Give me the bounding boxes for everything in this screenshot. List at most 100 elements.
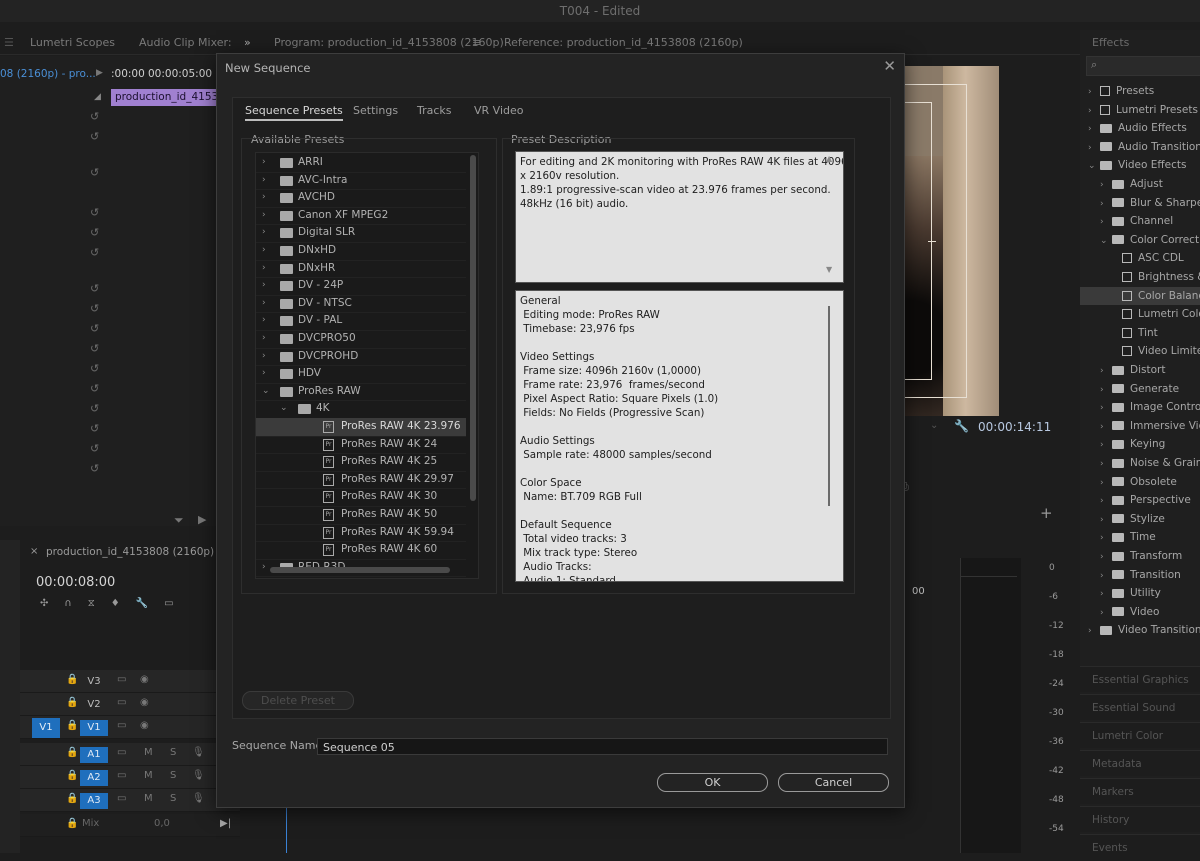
chevron-right-icon[interactable]: › — [1100, 474, 1112, 491]
reset-icon[interactable]: ↺ — [90, 226, 102, 239]
lock-icon[interactable]: 🔒 — [66, 747, 78, 758]
chevron-right-icon[interactable]: › — [262, 260, 266, 277]
preset-folder[interactable]: › DV - 24P — [256, 277, 466, 296]
chevron-right-icon[interactable]: › — [262, 242, 266, 259]
delete-preset-button[interactable]: Delete Preset — [242, 691, 354, 710]
program-timecode[interactable]: 00:00:14:11 — [978, 420, 1051, 434]
lock-icon[interactable]: 🔒 — [66, 674, 78, 685]
chevron-right-icon[interactable]: › — [262, 365, 266, 382]
source-patch-v1[interactable]: V1 — [32, 718, 60, 738]
track-name[interactable]: V3 — [80, 674, 108, 690]
panel-tab-markers[interactable]: Markers — [1080, 778, 1200, 804]
reset-icon[interactable]: ↺ — [90, 442, 102, 455]
chevron-right-icon[interactable]: › — [1100, 585, 1112, 602]
preset-item[interactable]: Pr ProRes RAW 4K 25 — [256, 453, 466, 472]
description-scrollbar[interactable]: ▲ ▼ — [824, 152, 837, 280]
chevron-right-icon[interactable]: › — [1088, 139, 1100, 156]
effects-item[interactable]: › Perspective — [1080, 491, 1200, 509]
tab-settings[interactable]: Settings — [353, 104, 398, 117]
reset-icon[interactable]: ↺ — [90, 246, 102, 259]
tab-audio-clip-mixer[interactable]: Audio Clip Mixer: — [139, 36, 232, 49]
chevron-right-icon[interactable]: › — [262, 224, 266, 241]
panel-tab-essential-sound[interactable]: Essential Sound — [1080, 694, 1200, 720]
ok-button[interactable]: OK — [657, 773, 768, 792]
preset-folder[interactable]: › DNxHD — [256, 242, 466, 261]
playhead-icon[interactable]: ◢ — [94, 92, 101, 102]
tree-scrollbar-vertical[interactable] — [470, 155, 476, 501]
track-name[interactable]: A3 — [80, 793, 108, 809]
tab-sequence-presets[interactable]: Sequence Presets — [245, 104, 343, 121]
more-panels-icon[interactable]: » — [244, 36, 251, 49]
reset-icon[interactable]: ↺ — [90, 302, 102, 315]
reset-icon[interactable]: ↺ — [90, 130, 102, 143]
solo-button[interactable]: S — [170, 793, 176, 804]
mute-button[interactable]: M — [144, 770, 153, 781]
play-icon[interactable]: ▶ — [96, 68, 103, 78]
mic-icon[interactable]: 🎙 — [192, 747, 205, 758]
panel-menu-icon[interactable]: ☰ — [4, 36, 14, 49]
chevron-down-icon[interactable]: ⌄ — [262, 383, 270, 400]
preset-folder[interactable]: › DVCPROHD — [256, 348, 466, 367]
chevron-right-icon[interactable]: › — [1100, 511, 1112, 528]
reset-icon[interactable]: ↺ — [90, 322, 102, 335]
cancel-button[interactable]: Cancel — [778, 773, 889, 792]
preset-item[interactable]: Pr ProRes RAW 4K 29.97 — [256, 471, 466, 490]
details-scrollbar[interactable] — [828, 306, 830, 506]
effects-item[interactable]: Video Limiter — [1080, 342, 1200, 360]
preset-item[interactable]: Pr ProRes RAW 4K 50 — [256, 506, 466, 525]
preset-folder[interactable]: › DNxHR — [256, 260, 466, 279]
reset-icon[interactable]: ↺ — [90, 382, 102, 395]
panel-tab-essential-graphics[interactable]: Essential Graphics — [1080, 666, 1200, 692]
eye-icon[interactable]: ◉ — [140, 720, 149, 731]
film-icon[interactable]: ▭ — [117, 793, 126, 804]
film-icon[interactable]: ▭ — [117, 770, 126, 781]
track-name[interactable]: V2 — [80, 697, 108, 713]
chevron-right-icon[interactable]: › — [1088, 120, 1100, 137]
effects-item[interactable]: › Image Control — [1080, 398, 1200, 416]
effects-item[interactable]: › Adjust — [1080, 175, 1200, 193]
tab-reference-monitor[interactable]: Reference: production_id_4153808 (2160p) — [504, 36, 743, 49]
chevron-right-icon[interactable]: › — [262, 348, 266, 365]
chevron-right-icon[interactable]: › — [1088, 83, 1100, 100]
preset-folder[interactable]: › DV - PAL — [256, 312, 466, 331]
go-to-end-icon[interactable]: ▶| — [220, 818, 231, 829]
reset-icon[interactable]: ↺ — [90, 166, 102, 179]
tree-scrollbar-horizontal[interactable] — [270, 567, 450, 573]
chevron-right-icon[interactable]: › — [1088, 622, 1100, 639]
effects-item[interactable]: › Presets — [1080, 82, 1200, 100]
effects-item[interactable]: › Noise & Grain — [1080, 454, 1200, 472]
effects-item[interactable]: › Transform — [1080, 547, 1200, 565]
effects-item[interactable]: › Obsolete — [1080, 473, 1200, 491]
mix-value[interactable]: 0,0 — [154, 818, 170, 829]
reset-icon[interactable]: ↺ — [90, 362, 102, 375]
effects-item[interactable]: › Audio Transitions — [1080, 138, 1200, 156]
preset-folder[interactable]: › DVCPRO50 — [256, 330, 466, 349]
effects-title[interactable]: Effects — [1092, 36, 1129, 49]
effects-item[interactable]: › Time — [1080, 528, 1200, 546]
chevron-right-icon[interactable]: › — [262, 154, 266, 171]
solo-button[interactable]: S — [170, 770, 176, 781]
tab-program-monitor[interactable]: Program: production_id_4153808 (2160p) — [274, 36, 504, 49]
chevron-right-icon[interactable]: › — [1100, 362, 1112, 379]
effects-item[interactable]: › Keying — [1080, 435, 1200, 453]
timeline-timecode[interactable]: 00:00:08:00 — [36, 575, 115, 590]
chevron-right-icon[interactable]: › — [1088, 102, 1100, 119]
lock-icon[interactable]: 🔒 — [66, 697, 78, 708]
clip-bar[interactable]: production_id_415380 — [111, 89, 216, 106]
effects-item[interactable]: › Transition — [1080, 566, 1200, 584]
dropdown-icon[interactable]: ⌄ — [930, 420, 938, 431]
track-name[interactable]: A1 — [80, 747, 108, 763]
chevron-right-icon[interactable]: › — [1100, 492, 1112, 509]
eye-icon[interactable]: ◉ — [140, 674, 149, 685]
lock-icon[interactable]: 🔒 — [66, 770, 78, 781]
tab-tracks[interactable]: Tracks — [417, 104, 452, 117]
program-menu-icon[interactable]: ≡ — [472, 36, 481, 49]
effects-item[interactable]: › Utility — [1080, 584, 1200, 602]
preset-folder[interactable]: › AVCHD — [256, 189, 466, 208]
preset-folder[interactable]: › AVC-Intra — [256, 172, 466, 191]
reset-icon[interactable]: ↺ — [90, 206, 102, 219]
reset-icon[interactable]: ↺ — [90, 342, 102, 355]
scroll-up-icon[interactable]: ▲ — [826, 154, 832, 163]
preset-folder[interactable]: ⌄ 4K — [256, 400, 466, 419]
chevron-right-icon[interactable]: › — [1100, 418, 1112, 435]
